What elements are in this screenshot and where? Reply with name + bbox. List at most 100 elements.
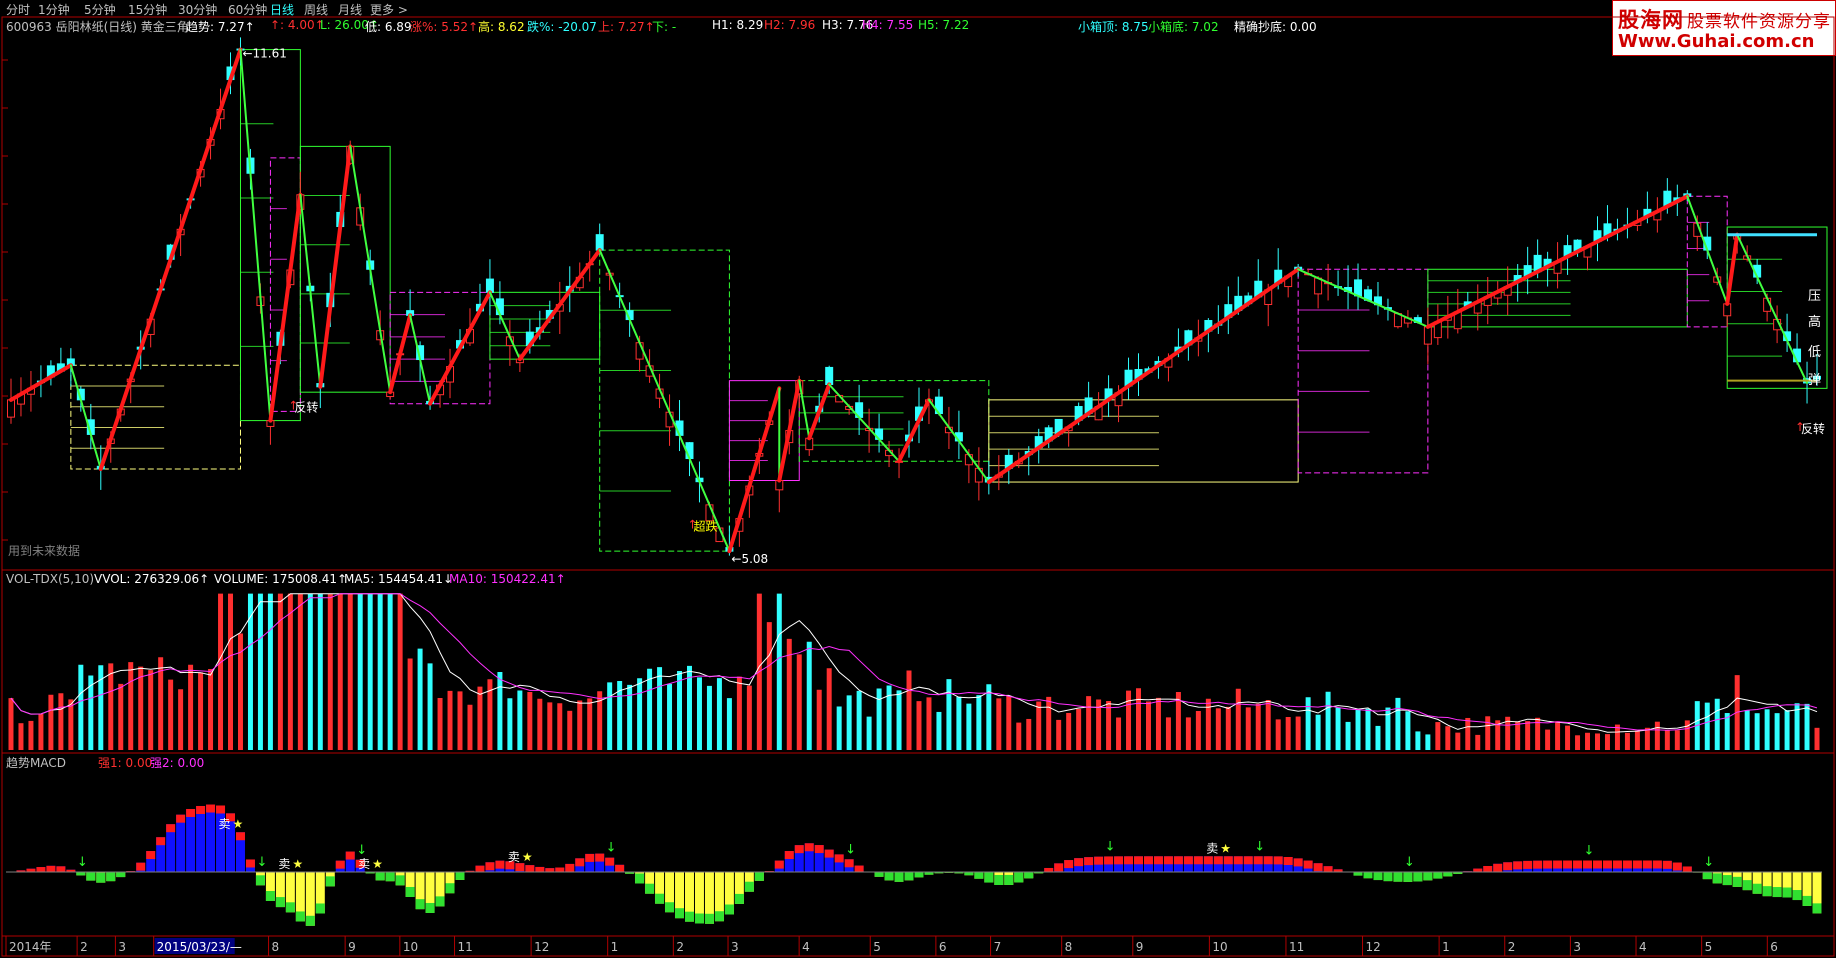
macd-pos-cap [1533,860,1543,869]
macd-neg-cap [994,874,1004,885]
stock-chart[interactable]: ←11.61←5.08用到未来数据反转↑超跌↑反转↑压高低弹 VOL-TDX(5… [0,0,1836,958]
macd-neg-cap [1433,872,1443,879]
macd-pos-cap [196,805,206,814]
macd-pos-cap [545,868,555,872]
macd-neg-cap [974,872,984,879]
sell-star: ★ [1220,841,1231,855]
zigzag-segment [428,290,492,406]
zigzag-segment [318,144,353,389]
macd-neg-cap [1702,872,1712,880]
zigzag-segment [1725,232,1740,306]
macd-pos-cap [1652,860,1662,869]
macd-down-arrow: ↓ [606,841,617,856]
macd-header-0: 趋势MACD [6,756,66,770]
macd-neg-cap [76,872,86,876]
macd-neg-cap [305,915,315,926]
candle [1423,326,1432,345]
macd-pos-cap [1642,860,1652,869]
macd-down-arrow: ↓ [77,855,88,870]
macd-pos-cap [1173,856,1183,865]
macd-pos-bar [176,814,186,872]
range-box [1686,195,1728,328]
macd-neg-cap [1812,903,1822,914]
zigzag-segment [598,249,731,553]
zigzag-segment [986,267,1301,485]
macd-pos-cap [1143,856,1153,865]
zigzag-segment [239,48,272,422]
right-label-3: 弹 [1808,373,1821,388]
x-axis: 2014年 2 3 2015/03/23/— 8 9 10 11 12 1 2 3 4 5 6 7 8 9 10 11… [5,936,1778,956]
macd-pos-cap [1064,860,1074,869]
macd-pos-cap [1303,860,1313,869]
macd-pos-cap [1243,856,1253,865]
macd-pos-cap [36,867,46,872]
macd-pos-cap [1253,856,1263,865]
macd-pos-cap [1682,866,1692,872]
macd-header-1: 强1: 0.00 [98,756,152,770]
x-label-21: 1 [1442,940,1450,954]
macd-pos-cap [206,804,216,813]
macd-pos-cap [1213,856,1223,865]
macd-neg-cap [1732,876,1742,887]
macd-pos-cap [1503,862,1513,871]
macd-neg-cap [375,872,385,881]
macd-neg-cap [445,883,455,894]
macd-neg-cap [1024,872,1034,879]
x-label-14: 6 [939,940,947,954]
macd-neg-cap [295,911,305,922]
macd-pos-cap [515,863,525,872]
macd-pos-cap [1193,856,1203,865]
macd-neg-cap [1393,872,1403,882]
macd-panel: 趋势MACD 强1: 0.00强2: 0.00卖 ★卖 ★ 卖 ★ 卖 ★卖 ★↓ ↓↓ ↓ ↓ ↓ ↓↓… [6,756,1822,926]
sell-signal-4: 卖 [1206,841,1218,855]
x-label-4: 8 [272,940,280,954]
macd-pos-cap [166,824,176,833]
macd-neg-cap [904,872,914,881]
macd-neg-cap [1423,872,1433,881]
zigzag-segment [807,382,832,441]
macd-pos-cap [1044,867,1054,872]
x-label-24: 4 [1639,940,1647,954]
zigzag-segment [777,378,802,483]
macd-pos-cap [854,865,864,872]
signal-arrow: ↑ [687,517,697,531]
macd-pos-cap [774,860,784,869]
macd-pos-cap [1662,860,1672,869]
macd-pos-bar [216,805,226,872]
macd-pos-cap [485,862,495,871]
x-label-16: 8 [1065,940,1073,954]
macd-neg-cap [1772,887,1782,898]
sell-signal-0: 卖 [218,817,230,831]
macd-pos-cap [615,864,625,872]
candle [825,366,834,385]
macd-pos-cap [784,851,794,860]
zigzag-segment [727,386,782,554]
right-label-2: 低 [1808,345,1821,360]
macd-pos-cap [245,859,255,868]
volume-header-2: VOLUME: 175008.41↑ [214,572,347,586]
macd-pos-cap [1493,863,1503,872]
candle [1354,279,1363,297]
volume-header-0: VOL-TDX(5,10) [6,572,94,586]
macd-pos-cap [824,849,834,858]
x-label-20: 12 [1366,940,1381,954]
x-label-17: 9 [1136,940,1144,954]
macd-neg-cap [255,875,265,886]
zigzag-segment [1736,233,1809,384]
macd-pos-cap [1114,856,1124,865]
macd-pos-cap [1183,856,1193,865]
macd-pos-cap [1293,858,1303,867]
macd-neg-cap [275,897,285,908]
macd-pos-cap [1473,868,1483,872]
macd-neg-cap [1014,872,1024,883]
macd-neg-cap [704,913,714,924]
zigzag-segment [299,193,322,388]
macd-pos-cap [1573,860,1583,869]
macd-pos-cap [1283,856,1293,865]
macd-neg-cap [415,899,425,910]
macd-neg-cap [1792,890,1802,901]
macd-neg-cap [685,911,694,922]
macd-neg-cap [315,903,325,914]
x-label-5: 9 [348,940,356,954]
macd-neg-cap [1413,872,1423,882]
